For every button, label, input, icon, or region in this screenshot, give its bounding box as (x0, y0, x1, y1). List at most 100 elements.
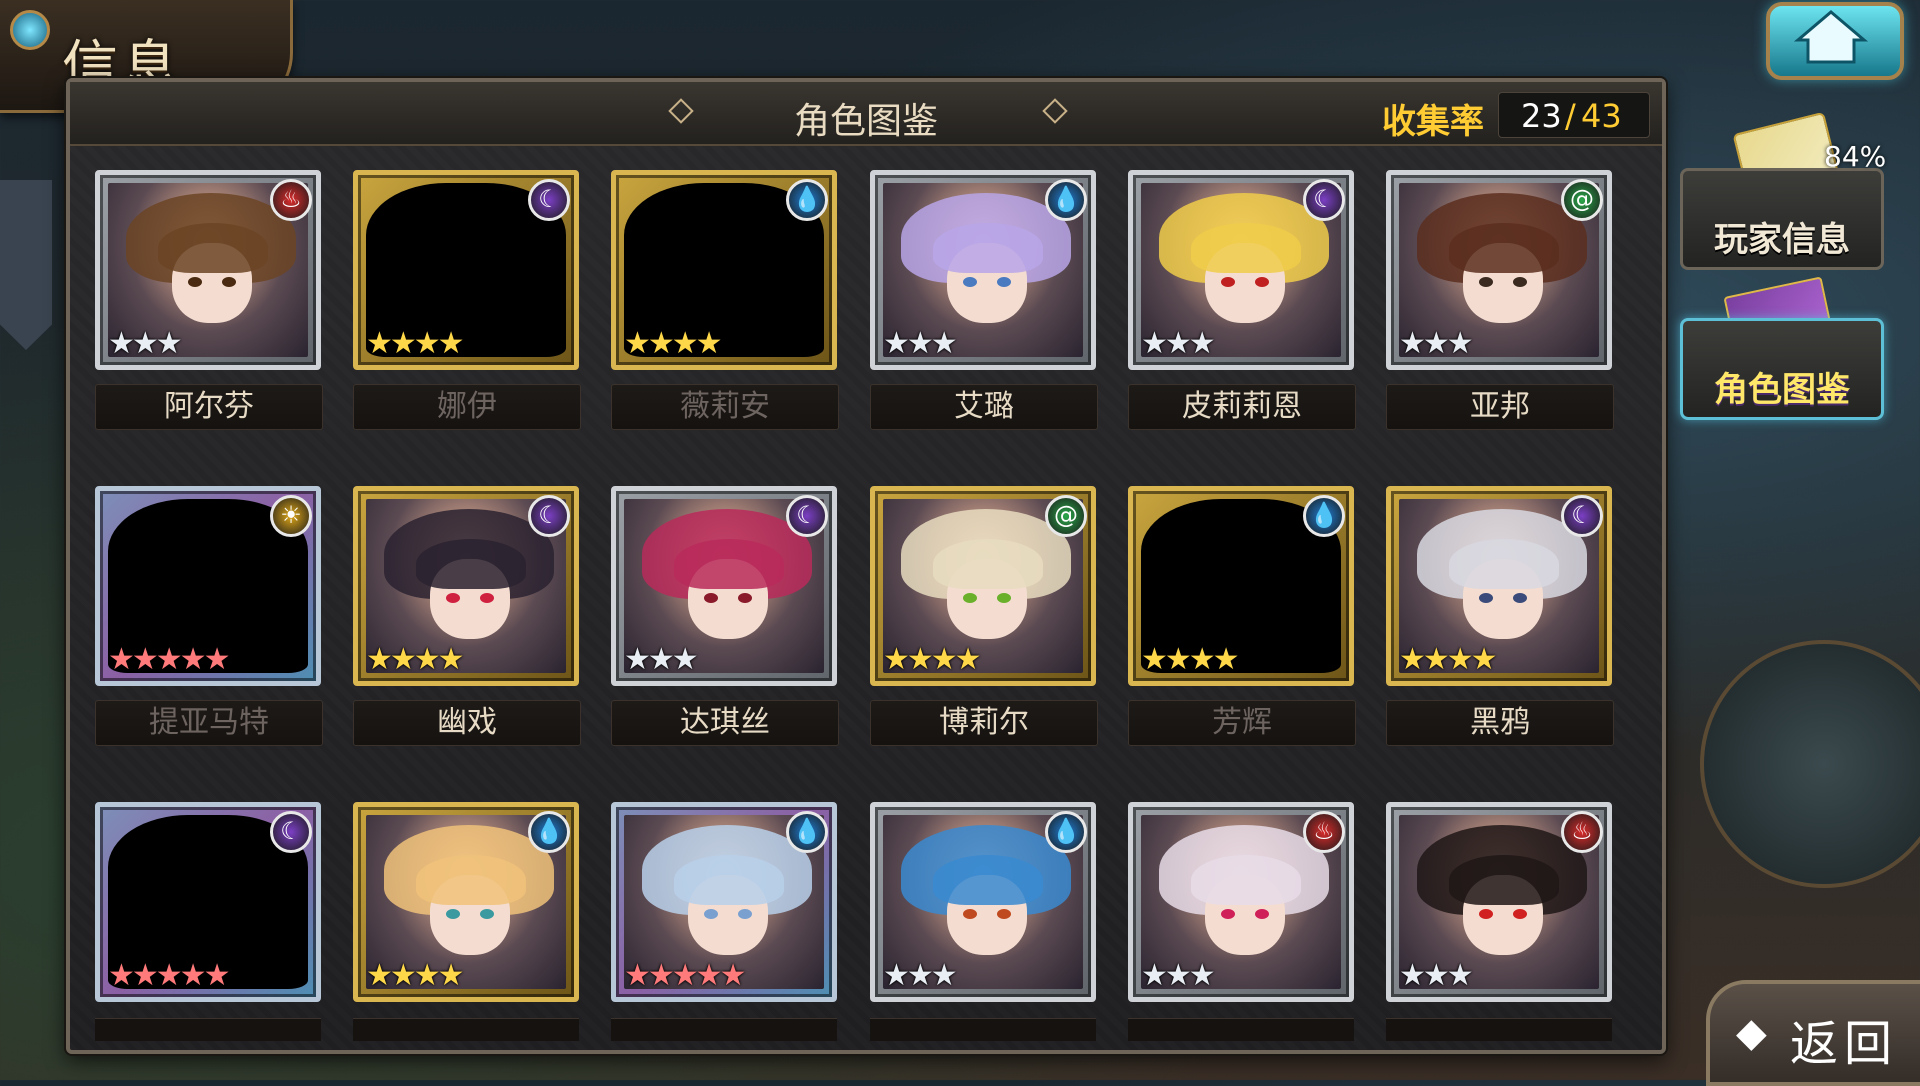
character-codex-button[interactable]: 角色图鉴 (1680, 318, 1884, 420)
rarity-stars: ★★★★ (883, 642, 982, 677)
character-name-plate-partial (870, 1018, 1096, 1041)
character-name-plate-partial (95, 1018, 321, 1041)
home-icon (1793, 10, 1869, 64)
character-card[interactable]: ☾ ★★★★ 黑鸦 (1386, 486, 1614, 746)
sun-icon: ☀ (270, 495, 312, 537)
character-portrait: 💧 ★★★ (870, 170, 1096, 370)
character-card[interactable]: 💧 ★★★ (870, 802, 1096, 1002)
collection-separator: / (1565, 97, 1576, 135)
character-eye (704, 909, 718, 919)
character-card[interactable]: 💧 ★★★ 艾璐 (870, 170, 1098, 430)
character-eye (446, 909, 460, 919)
character-portrait: ♨ ★★★ (1128, 802, 1354, 1002)
rarity-stars: ★★★ (624, 642, 699, 677)
character-name: 芳辉 (1128, 700, 1356, 746)
character-fringe (674, 539, 784, 589)
rarity-stars: ★★★ (883, 326, 958, 361)
character-card[interactable]: @ ★★★ 亚邦 (1386, 170, 1614, 430)
character-name: 博莉尔 (870, 700, 1098, 746)
character-fringe (1191, 855, 1301, 905)
character-name-plate-partial (611, 1018, 837, 1041)
player-info-button[interactable]: 玩家信息 (1680, 168, 1884, 270)
character-portrait: ♨ ★★★ (1386, 802, 1612, 1002)
character-portrait: 💧 ★★★★ (1128, 486, 1354, 686)
character-card[interactable]: ♨ ★★★ (1386, 802, 1612, 1002)
character-card[interactable]: 💧 ★★★★ 芳辉 (1128, 486, 1356, 746)
character-card[interactable]: ☾ ★★★★ 幽戏 (353, 486, 581, 746)
character-portrait: 💧 ★★★ (870, 802, 1096, 1002)
character-fringe (1449, 539, 1559, 589)
collection-rate-box: 23 / 43 (1498, 92, 1650, 138)
character-eye (738, 909, 752, 919)
character-portrait: ♨ ★★★ (95, 170, 321, 370)
character-card[interactable]: 💧 ★★★★ 薇莉安 (611, 170, 839, 430)
character-eye (1255, 277, 1269, 287)
character-name-plate-partial (353, 1018, 579, 1041)
background-globe (1700, 640, 1920, 888)
moon-icon: ☾ (528, 179, 570, 221)
character-portrait: ☾ ★★★★ (353, 486, 579, 686)
rarity-stars: ★★★ (883, 958, 958, 993)
character-fringe (1191, 223, 1301, 273)
character-fringe (933, 539, 1043, 589)
water-drop-icon: 💧 (1045, 811, 1087, 853)
character-name: 阿尔芬 (95, 384, 323, 430)
rarity-stars: ★★★ (1399, 958, 1474, 993)
character-eye (738, 593, 752, 603)
character-card[interactable]: ♨ ★★★ (1128, 802, 1354, 1002)
fire-icon: ♨ (1561, 811, 1603, 853)
character-eye (1513, 909, 1527, 919)
character-codex-label: 角色图鉴 (1714, 370, 1850, 410)
collection-current: 23 (1521, 97, 1562, 135)
character-card[interactable]: 💧 ★★★★ (353, 802, 579, 1002)
character-name: 薇莉安 (611, 384, 839, 430)
character-eye (1479, 277, 1493, 287)
character-eye (997, 593, 1011, 603)
character-card[interactable]: ☾ ★★★★ 娜伊 (353, 170, 581, 430)
character-card[interactable]: ☀ ★★★★★ 提亚马特 (95, 486, 323, 746)
character-card[interactable]: ☾ ★★★★★ (95, 802, 321, 1002)
character-card[interactable]: 💧 ★★★★★ (611, 802, 837, 1002)
fire-icon: ♨ (1303, 811, 1345, 853)
character-eye (480, 593, 494, 603)
character-portrait: @ ★★★★ (870, 486, 1096, 686)
character-card[interactable]: ☾ ★★★ 达琪丝 (611, 486, 839, 746)
home-button[interactable] (1766, 2, 1904, 80)
character-card[interactable]: @ ★★★★ 博莉尔 (870, 486, 1098, 746)
back-arrow-icon: ◆ (1736, 1010, 1767, 1056)
character-fringe (1449, 855, 1559, 905)
water-drop-icon: 💧 (1045, 179, 1087, 221)
character-eye (1479, 909, 1493, 919)
character-name: 皮莉莉恩 (1128, 384, 1356, 430)
character-name-plate-partial (1386, 1018, 1612, 1041)
character-portrait: ☾ ★★★ (1128, 170, 1354, 370)
character-eye (188, 277, 202, 287)
fire-icon: ♨ (270, 179, 312, 221)
character-eye (222, 277, 236, 287)
character-eye (997, 277, 1011, 287)
character-fringe (416, 855, 526, 905)
player-info-label: 玩家信息 (1714, 220, 1850, 260)
character-portrait: ☾ ★★★★ (353, 170, 579, 370)
back-label: 返回 (1790, 1016, 1899, 1072)
character-eye (997, 909, 1011, 919)
moon-icon: ☾ (786, 495, 828, 537)
character-eye (963, 277, 977, 287)
rarity-stars: ★★★★ (1399, 642, 1498, 677)
character-name-plate-partial (1128, 1018, 1354, 1041)
character-eye (480, 909, 494, 919)
back-button[interactable]: ◆ 返回 (1706, 980, 1920, 1086)
moon-icon: ☾ (270, 811, 312, 853)
character-card[interactable]: ♨ ★★★ 阿尔芬 (95, 170, 323, 430)
rarity-stars: ★★★★★ (624, 958, 746, 993)
moon-icon: ☾ (1561, 495, 1603, 537)
character-fringe (933, 855, 1043, 905)
rarity-stars: ★★★ (1399, 326, 1474, 361)
character-eye (446, 593, 460, 603)
water-drop-icon: 💧 (786, 179, 828, 221)
character-portrait: 💧 ★★★★ (353, 802, 579, 1002)
character-card[interactable]: ☾ ★★★ 皮莉莉恩 (1128, 170, 1356, 430)
panel-header: 角色图鉴 收集率 23 / 43 (70, 82, 1662, 146)
character-eye (1255, 909, 1269, 919)
character-portrait: ☾ ★★★ (611, 486, 837, 686)
